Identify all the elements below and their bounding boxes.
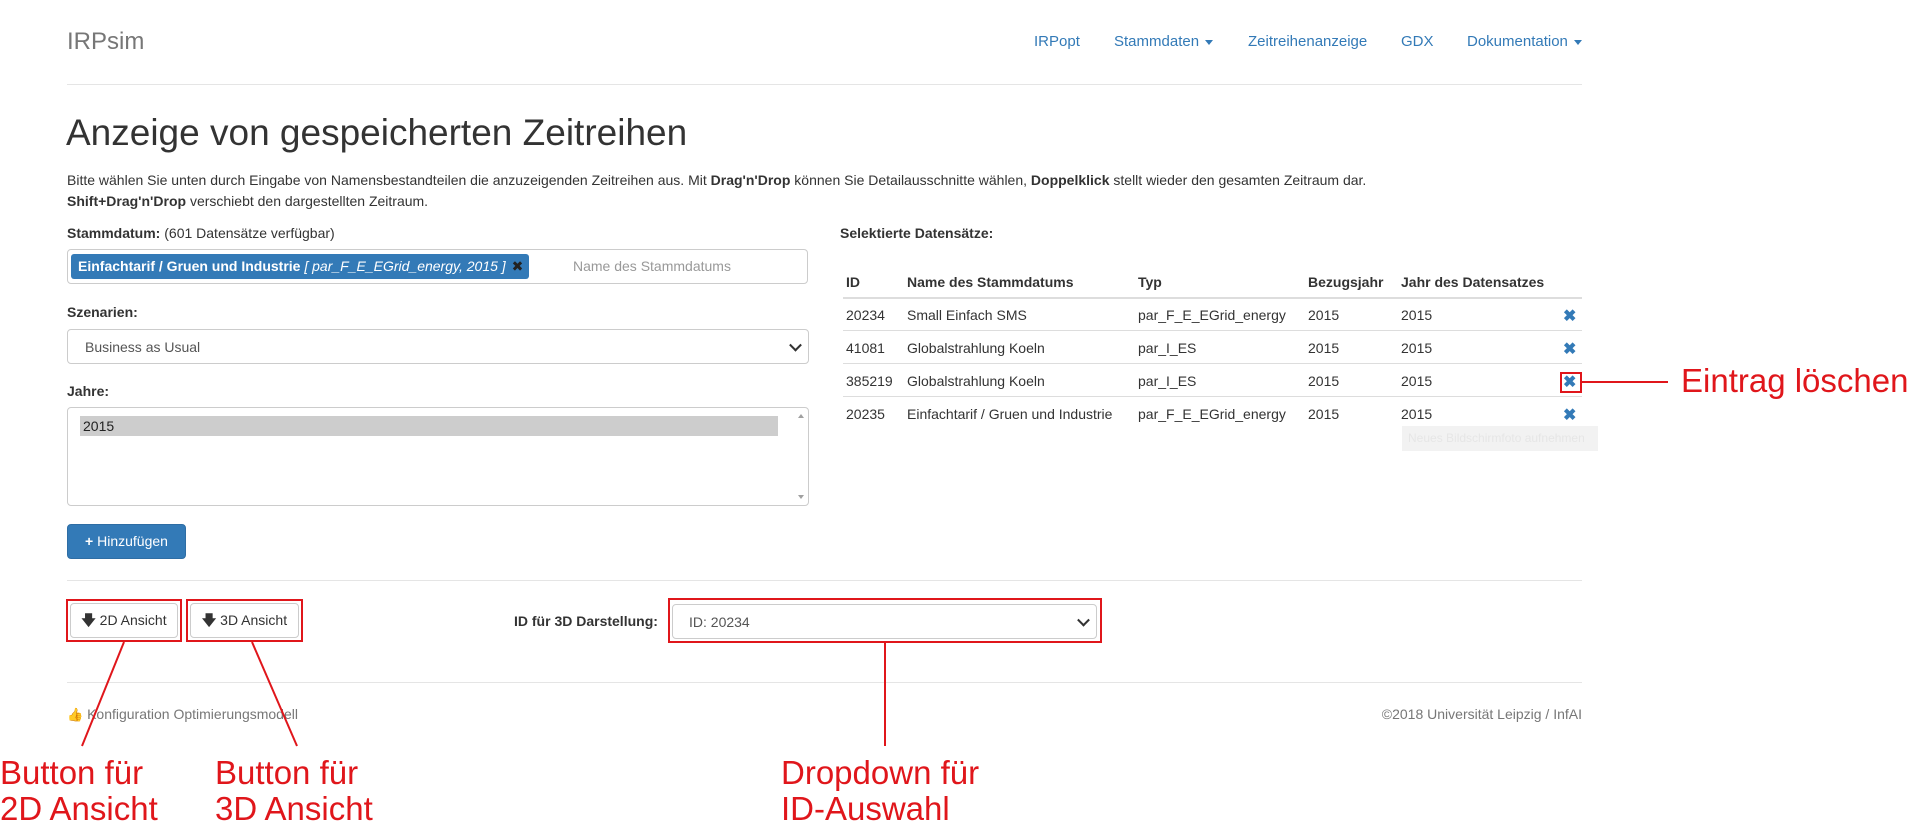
jahre-label: Jahre: [67,383,110,399]
stammdatum-label: Stammdatum: (601 Datensätze verfügbar) [67,225,335,241]
col-header-bezugsjahr: Bezugsjahr [1308,274,1384,290]
annotation-3d-label-line1: Button für [215,754,359,791]
cell-jahr: 2015 [1401,340,1433,356]
annotation-dropdown-label-line1: Dropdown für [781,754,980,791]
footer-divider [67,682,1582,683]
thumbs-up-icon: 👍 [67,707,84,722]
row-divider [843,363,1582,364]
annotation-box-2d [66,599,182,642]
annotation-3d-label-line2: 3D Ansicht [215,790,373,827]
cell-typ: par_I_ES [1138,373,1197,389]
annotation-delete-label: Eintrag löschen [1681,362,1909,399]
col-header-typ: Typ [1138,274,1162,290]
cell-name: Globalstrahlung Koeln [907,373,1045,389]
navbar-divider [67,84,1582,85]
delete-row-icon[interactable]: ✖ [1563,306,1576,326]
scroll-up-arrow-icon[interactable] [798,414,804,418]
nav-stammdaten-label: Stammdaten [1114,33,1200,50]
token-remove-icon[interactable]: ✖ [512,254,524,279]
col-header-name: Name des Stammdatums [907,274,1074,290]
col-header-id: ID [846,274,860,290]
footer-copyright: ©2018 Universität Leipzig / InfAI [1381,706,1582,722]
jahre-option[interactable]: 2015 [80,416,778,436]
row-divider [843,330,1582,331]
annotation-dropdown-label-line2: ID-Auswahl [781,790,950,827]
cell-typ: par_F_E_EGrid_energy [1138,406,1286,422]
row-divider [843,396,1582,397]
cell-id: 20235 [846,406,885,422]
id-3d-label: ID für 3D Darstellung: [514,613,658,629]
szenarien-value: Business as Usual [85,339,201,355]
nav-irpopt[interactable]: IRPopt [1034,33,1080,50]
annotation-2d-label-line2: 2D Ansicht [0,790,158,827]
table-header-divider [843,297,1582,299]
nav-dokumentation-label: Dokumentation [1467,33,1568,50]
cell-jahr: 2015 [1401,307,1433,323]
intro-text: Bitte wählen Sie unten durch Eingabe von… [67,172,1367,209]
cell-name: Globalstrahlung Koeln [907,340,1045,356]
chevron-down-icon [789,338,802,352]
caret-down-icon [1205,39,1214,45]
szenarien-label: Szenarien: [67,304,138,320]
delete-row-icon[interactable]: ✖ [1563,405,1576,425]
annotation-box-delete [1560,372,1582,393]
plus-icon: + [85,533,94,549]
annotation-box-dropdown [668,598,1102,643]
cell-typ: par_F_E_EGrid_energy [1138,307,1286,323]
cell-name: Einfachtarif / Gruen und Industrie [907,406,1113,422]
col-header-jahr: Jahr des Datensatzes [1401,274,1545,290]
nav-stammdaten[interactable]: Stammdaten [1114,33,1214,50]
add-button-label: Hinzufügen [97,533,168,549]
cell-jahr: 2015 [1401,406,1433,422]
cell-bezugsjahr: 2015 [1308,340,1340,356]
brand-logo[interactable]: IRPsim [67,28,144,56]
selected-title: Selektierte Datensätze: [840,225,994,241]
cell-bezugsjahr: 2015 [1308,406,1340,422]
cell-id: 41081 [846,340,885,356]
cell-id: 385219 [846,373,893,389]
cell-bezugsjahr: 2015 [1308,307,1340,323]
selected-token[interactable]: Einfachtarif / Gruen und Industrie [ par… [71,254,530,279]
scroll-down-arrow-icon[interactable] [798,495,804,499]
footer-left-label: Konfiguration Optimierungsmodell [87,706,298,722]
cell-id: 20234 [846,307,885,323]
nav-zeitreihenanzeige[interactable]: Zeitreihenanzeige [1248,33,1367,50]
annotation-box-3d [186,599,303,642]
delete-row-icon[interactable]: ✖ [1563,339,1576,359]
caret-down-icon [1573,39,1582,45]
footer-config-link[interactable]: 👍 Konfiguration Optimierungsmodell [67,706,298,723]
page-title: Anzeige von gespeicherten Zeitreihen [66,112,688,153]
cell-typ: par_I_ES [1138,340,1197,356]
cell-bezugsjahr: 2015 [1308,373,1340,389]
szenarien-select[interactable]: Business as Usual [67,329,809,364]
section-divider [67,580,1582,581]
cell-name: Small Einfach SMS [907,307,1027,323]
nav-dokumentation[interactable]: Dokumentation [1467,33,1582,50]
annotation-2d-label-line1: Button für [0,754,144,791]
stammdatum-search-input[interactable]: Name des Stammdatums [573,258,731,274]
nav-gdx[interactable]: GDX [1401,33,1434,50]
add-button[interactable]: + Hinzufügen [67,524,186,559]
cell-jahr: 2015 [1401,373,1433,389]
screenshot-tooltip: Neues Bildschirmfoto aufnehmen [1402,426,1598,451]
